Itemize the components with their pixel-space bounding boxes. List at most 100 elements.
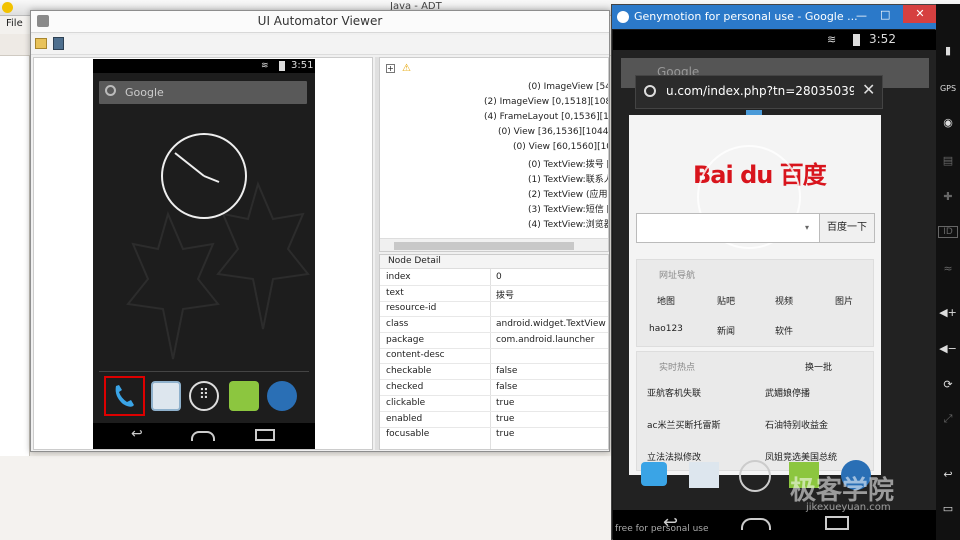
tree-node[interactable]: (0) ImageView [54,1 — [528, 82, 608, 92]
viewer-toolbar — [31, 35, 609, 55]
menu-file[interactable]: File — [6, 18, 23, 29]
baidu-search-input[interactable]: ▾ — [636, 213, 820, 243]
detail-value[interactable]: true — [496, 398, 514, 408]
tree-node-selected[interactable]: (0) TextView:拨号 [6 — [528, 157, 608, 170]
device-id-icon[interactable]: ID — [938, 226, 958, 238]
trending-topics: 实时热点 换一批 亚航客机失联 武媚娘停播 ac米兰买断托雷斯 石油特别收益金 … — [636, 351, 874, 471]
row-divider — [380, 332, 608, 333]
analog-clock-widget[interactable] — [161, 133, 247, 219]
contacts-icon[interactable] — [151, 381, 181, 411]
nav-link[interactable]: 软件 — [775, 324, 793, 337]
tree-node[interactable]: (0) View [60,1560][1020 — [513, 142, 608, 152]
tree-node[interactable]: (4) TextView:浏览器 — [528, 217, 608, 230]
maximize-icon[interactable]: □ — [880, 8, 890, 21]
row-divider — [380, 316, 608, 317]
detail-value[interactable]: com.android.launcher — [496, 335, 594, 345]
tree-node[interactable]: (4) FrameLayout [0,1536][1080 — [484, 112, 608, 122]
detail-value[interactable]: 0 — [496, 272, 502, 282]
tree-node[interactable]: (0) View [36,1536][1044,17 — [498, 127, 608, 137]
scrollbar-thumb[interactable] — [394, 242, 574, 250]
hot-item[interactable]: 武媚娘停播 — [765, 386, 810, 399]
refresh-topics-link[interactable]: 换一批 — [805, 360, 832, 373]
detail-value[interactable]: false — [496, 382, 517, 392]
nav-link[interactable]: 贴吧 — [717, 294, 735, 307]
phone-dialer-icon[interactable] — [641, 462, 667, 486]
detail-value[interactable]: 拨号 — [496, 288, 514, 301]
nav-link[interactable]: 新闻 — [717, 324, 735, 337]
emulator-screen[interactable]: ≋ 3:52 Google u.com/index.php?tn=2803503… — [613, 30, 936, 540]
hot-item[interactable]: 石油特别收益金 — [765, 418, 828, 431]
app-drawer-icon[interactable]: ⠿ — [189, 381, 219, 411]
column-divider — [490, 269, 491, 449]
adt-app-icon — [2, 2, 13, 13]
genymotion-title: Genymotion for personal use - Google ... — [634, 10, 858, 23]
rotate-icon[interactable]: ⟳ — [938, 378, 958, 391]
row-divider — [380, 301, 608, 302]
browser-page[interactable]: Bai du 百度 ▾ 百度一下 网址导航 地图 贴吧 视频 图片 hao123… — [629, 115, 881, 475]
genymotion-window: Genymotion for personal use - Google ...… — [611, 4, 937, 540]
detail-value[interactable]: false — [496, 366, 517, 376]
hot-item[interactable]: ac米兰买断托雷斯 — [647, 418, 720, 431]
recents-icon[interactable] — [825, 516, 849, 530]
recents-icon[interactable]: ▭ — [938, 502, 958, 515]
minimize-icon[interactable]: — — [856, 9, 867, 22]
battery-widget-icon[interactable]: ▮ — [938, 44, 958, 57]
back-icon[interactable]: ↩ — [938, 468, 958, 481]
node-detail-panel: Node Detail index 0 text 拨号 resource-id … — [379, 254, 609, 450]
detail-value[interactable]: android.widget.TextView — [496, 319, 606, 329]
row-divider — [380, 395, 608, 396]
volume-down-icon[interactable]: ◀− — [938, 342, 958, 355]
tree-horizontal-scrollbar[interactable] — [380, 238, 608, 251]
app-drawer-icon[interactable] — [739, 460, 771, 492]
network-widget-icon[interactable]: ≈ — [938, 262, 958, 275]
contacts-icon[interactable] — [689, 462, 719, 488]
detail-key: clickable — [386, 398, 426, 408]
home-icon[interactable] — [191, 431, 215, 441]
recents-icon[interactable] — [255, 429, 275, 441]
device-screenshot[interactable]: ≋ 3:51 Google ⠿ ↩ — [93, 59, 315, 449]
detail-key: checkable — [386, 366, 432, 376]
tree-node[interactable]: (1) TextView:联系人 — [528, 172, 608, 185]
hot-item[interactable]: 亚航客机失联 — [647, 386, 701, 399]
close-icon[interactable]: ✕ — [903, 5, 937, 23]
nav-link[interactable]: 视频 — [775, 294, 793, 307]
remote-control-icon[interactable]: ✚ — [938, 190, 958, 203]
home-icon[interactable] — [741, 518, 771, 530]
clear-url-icon[interactable]: ✕ — [862, 80, 875, 99]
camera-widget-icon[interactable]: ◉ — [938, 116, 958, 129]
baidu-search-button[interactable]: 百度一下 — [819, 213, 875, 243]
viewer-title: UI Automator Viewer — [257, 14, 383, 28]
nav-link[interactable]: 地图 — [657, 294, 675, 307]
detail-value[interactable]: true — [496, 429, 514, 439]
device-screenshot-icon[interactable] — [53, 37, 64, 50]
url-bar[interactable]: u.com/index.php?tn=28035039 ✕ — [635, 75, 883, 109]
tree-node[interactable]: (3) TextView:短信 [6 — [528, 202, 608, 215]
scale-icon[interactable]: ⤢ — [938, 412, 958, 426]
url-input[interactable]: u.com/index.php?tn=28035039 — [666, 84, 854, 98]
back-icon[interactable]: ↩ — [131, 426, 143, 442]
hierarchy-tree[interactable]: + ⚠ (0) ImageView [54,1 (2) ImageView [0… — [379, 57, 609, 252]
nav-link[interactable]: 图片 — [835, 294, 853, 307]
detail-key: resource-id — [386, 303, 437, 313]
detail-key: checked — [386, 382, 424, 392]
row-divider — [380, 348, 608, 349]
detail-value[interactable]: true — [496, 414, 514, 424]
package-explorer[interactable] — [0, 56, 30, 456]
capture-widget-icon[interactable]: ▤ — [938, 154, 958, 167]
clock-hands-icon — [174, 152, 220, 183]
browser-globe-icon[interactable] — [267, 381, 297, 411]
row-divider — [380, 411, 608, 412]
tree-node[interactable]: (2) ImageView [0,1518][1080,1 — [484, 97, 608, 107]
expand-all-icon[interactable]: + — [386, 64, 395, 73]
nav-link[interactable]: hao123 — [649, 324, 683, 334]
gps-widget-icon[interactable]: GPS — [938, 84, 958, 93]
warning-icon[interactable]: ⚠ — [402, 63, 411, 74]
detail-key: enabled — [386, 414, 423, 424]
dropdown-arrow-icon[interactable]: ▾ — [805, 223, 809, 232]
messaging-icon[interactable] — [229, 381, 259, 411]
emulator-time: 3:52 — [869, 32, 896, 46]
volume-up-icon[interactable]: ◀+ — [938, 306, 958, 319]
open-folder-icon[interactable] — [35, 38, 47, 49]
hot-header: 实时热点 — [659, 363, 696, 373]
tree-node[interactable]: (2) TextView (应用) [ — [528, 187, 608, 200]
